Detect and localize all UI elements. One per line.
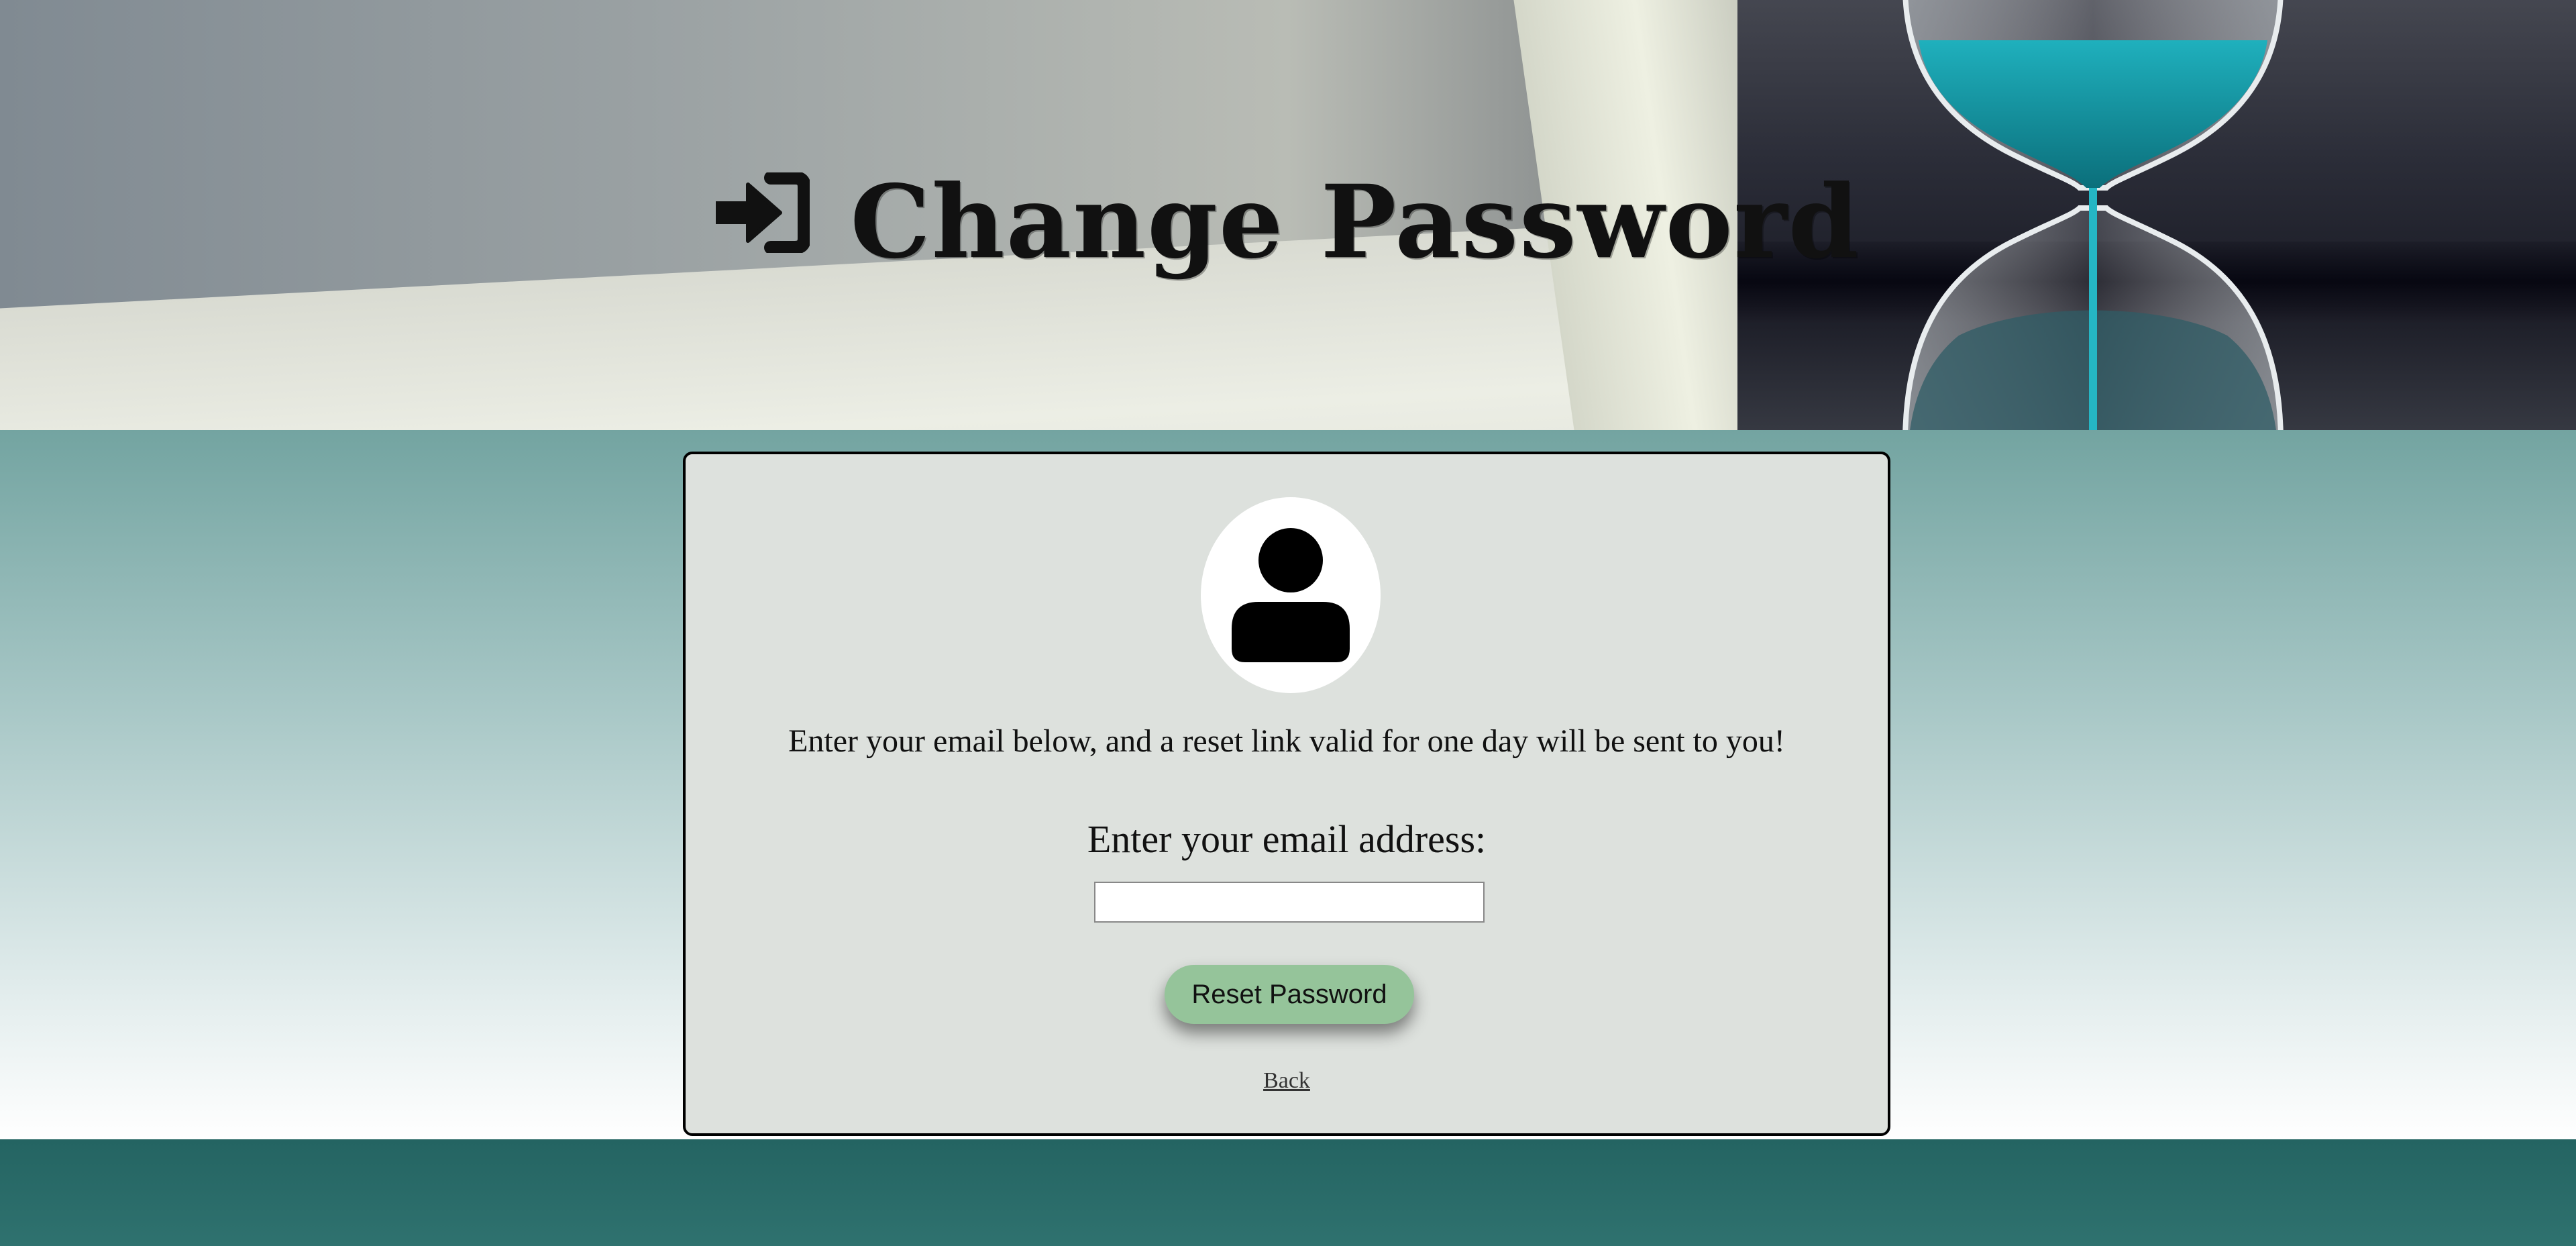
footer-bar [0,1139,2576,1246]
sign-in-icon [716,172,810,254]
page-title: Change Password [0,154,2576,281]
avatar [1201,497,1381,693]
reset-password-button[interactable]: Reset Password [1165,965,1414,1024]
email-input[interactable] [1094,882,1485,923]
intro-text: Enter your email below, and a reset link… [788,723,1785,759]
page: Change Password Enter your email below, … [0,0,2576,1246]
user-icon [1232,528,1350,662]
back-link-container: Back [686,1068,1888,1094]
email-label: Enter your email address: [1087,817,1487,861]
back-link[interactable]: Back [1263,1068,1310,1093]
header-banner: Change Password [0,0,2576,430]
reset-card: Enter your email below, and a reset link… [683,452,1890,1136]
page-title-text: Change Password [850,163,1860,282]
